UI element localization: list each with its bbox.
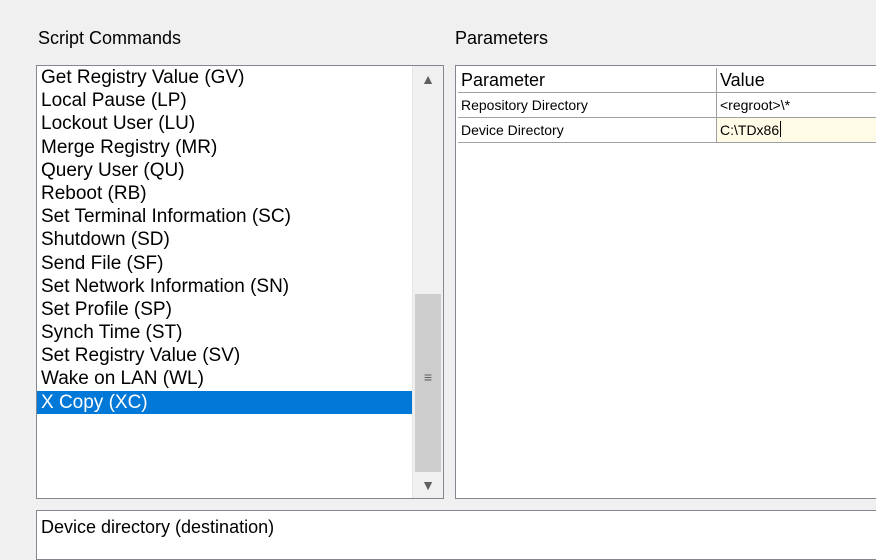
grid-header-row: Parameter Value: [458, 68, 876, 93]
list-item[interactable]: Shutdown (SD): [37, 228, 412, 251]
scroll-down-arrow-icon[interactable]: ▼: [413, 472, 443, 498]
list-item[interactable]: Reboot (RB): [37, 182, 412, 205]
script-commands-list[interactable]: Get Registry Value (GV) Local Pause (LP)…: [36, 65, 444, 499]
list-item-selected[interactable]: X Copy (XC): [37, 390, 412, 414]
list-item[interactable]: Local Pause (LP): [37, 89, 412, 112]
column-header-value[interactable]: Value: [717, 68, 876, 93]
list-item[interactable]: Wake on LAN (WL): [37, 367, 412, 390]
column-header-parameter[interactable]: Parameter: [458, 68, 717, 93]
list-item[interactable]: Set Network Information (SN): [37, 275, 412, 298]
list-item[interactable]: Set Profile (SP): [37, 298, 412, 321]
parameters-grid[interactable]: Parameter Value Repository Directory <re…: [455, 65, 876, 499]
parameter-name-cell: Device Directory: [458, 118, 717, 143]
scroll-up-arrow-icon[interactable]: ▲: [413, 66, 443, 92]
command-items: Get Registry Value (GV) Local Pause (LP)…: [37, 66, 412, 414]
list-item[interactable]: Set Registry Value (SV): [37, 344, 412, 367]
description-box: Device directory (destination): [36, 510, 876, 560]
script-commands-label: Script Commands: [38, 28, 182, 48]
value-text: C:\TDx86: [720, 122, 780, 138]
parameter-value-cell[interactable]: <regroot>\*: [717, 93, 876, 118]
table-row[interactable]: Repository Directory <regroot>\*: [458, 93, 876, 118]
table-row[interactable]: Device Directory C:\TDx86: [458, 118, 876, 143]
list-item[interactable]: Query User (QU): [37, 159, 412, 182]
list-item[interactable]: Merge Registry (MR): [37, 136, 412, 159]
list-item[interactable]: Send File (SF): [37, 252, 412, 275]
vertical-scrollbar[interactable]: ▲ ≡ ▼: [412, 66, 443, 498]
list-item[interactable]: Synch Time (ST): [37, 321, 412, 344]
text-caret: [780, 121, 782, 137]
list-item[interactable]: Lockout User (LU): [37, 112, 412, 135]
grip-icon: ≡: [423, 369, 433, 385]
parameter-name-cell: Repository Directory: [458, 93, 717, 118]
list-item[interactable]: Get Registry Value (GV): [37, 66, 412, 89]
scrollbar-thumb[interactable]: ≡: [415, 294, 441, 472]
parameter-value-editor[interactable]: C:\TDx86: [717, 118, 876, 143]
list-item[interactable]: Set Terminal Information (SC): [37, 205, 412, 228]
parameters-label: Parameters: [455, 28, 549, 48]
